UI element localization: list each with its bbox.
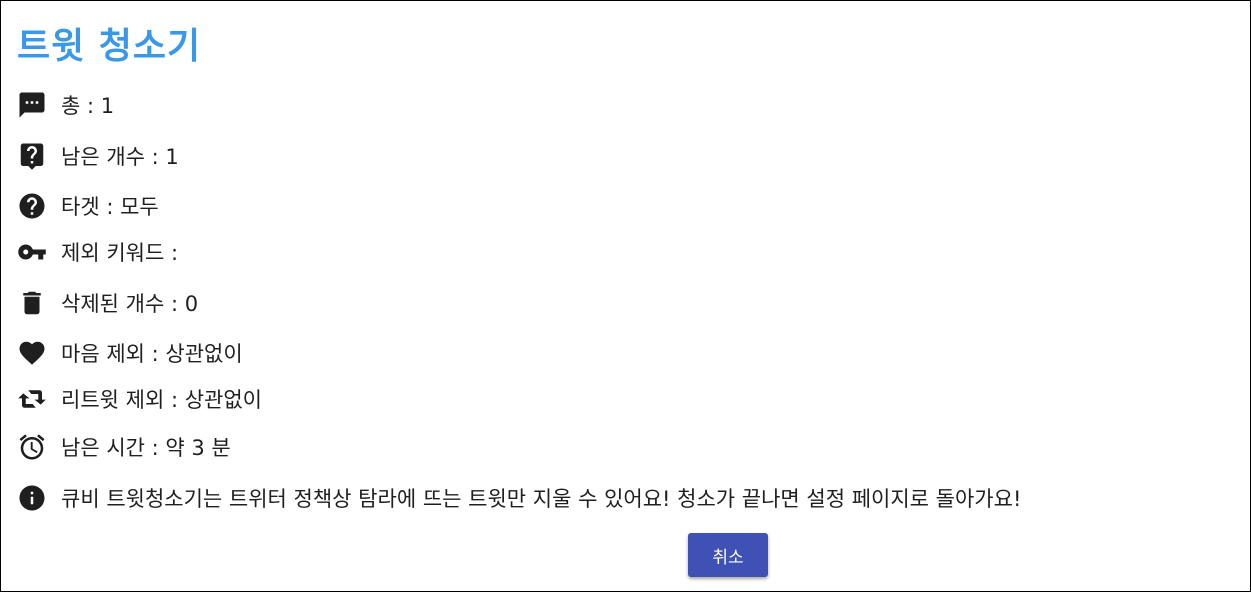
info-notice: 큐비 트윗청소기는 트위터 정책상 탐라에 뜨는 트윗만 지울 수 있어요! 청…	[17, 481, 1021, 515]
stat-exclude-retweets: 리트윗 제외 : 상관없이	[17, 382, 262, 416]
trash-icon	[17, 288, 47, 318]
stat-time-remaining-text: 남은 시간 : 약 3 분	[61, 436, 231, 460]
stat-deleted: 삭제된 개수 : 0	[17, 286, 198, 320]
retweet-icon	[17, 384, 47, 414]
stat-exclude-keyword-text: 제외 키워드 :	[61, 241, 179, 265]
stat-total: 총 : 1	[17, 88, 114, 122]
stat-target: 타겟 : 모두	[17, 189, 159, 223]
question-bubble-icon	[17, 141, 47, 171]
stat-target-text: 타겟 : 모두	[61, 195, 159, 219]
alarm-clock-icon	[17, 432, 47, 462]
stat-time-remaining: 남은 시간 : 약 3 분	[17, 430, 231, 464]
stat-exclude-retweets-text: 리트윗 제외 : 상관없이	[61, 388, 262, 412]
page-title: 트윗 청소기	[17, 26, 202, 67]
cancel-button[interactable]: 취소	[688, 533, 768, 577]
info-icon	[17, 483, 47, 513]
stat-exclude-keyword: 제외 키워드 :	[17, 235, 178, 269]
key-icon	[17, 237, 47, 267]
stat-deleted-text: 삭제된 개수 : 0	[61, 292, 199, 316]
stat-remaining: 남은 개수 : 1	[17, 139, 179, 173]
stat-total-text: 총 : 1	[61, 94, 115, 118]
comment-dots-icon	[17, 90, 47, 120]
heart-icon	[17, 338, 47, 368]
help-circle-icon	[17, 191, 47, 221]
stat-remaining-text: 남은 개수 : 1	[61, 145, 179, 169]
info-notice-text: 큐비 트윗청소기는 트위터 정책상 탐라에 뜨는 트윗만 지울 수 있어요! 청…	[61, 487, 1022, 511]
stat-exclude-likes: 마음 제외 : 상관없이	[17, 336, 243, 370]
dialog-frame: 트윗 청소기 총 : 1 남은 개수 : 1 타겟 : 모두 제외 키워드 : …	[0, 0, 1251, 592]
stat-exclude-likes-text: 마음 제외 : 상관없이	[61, 342, 243, 366]
